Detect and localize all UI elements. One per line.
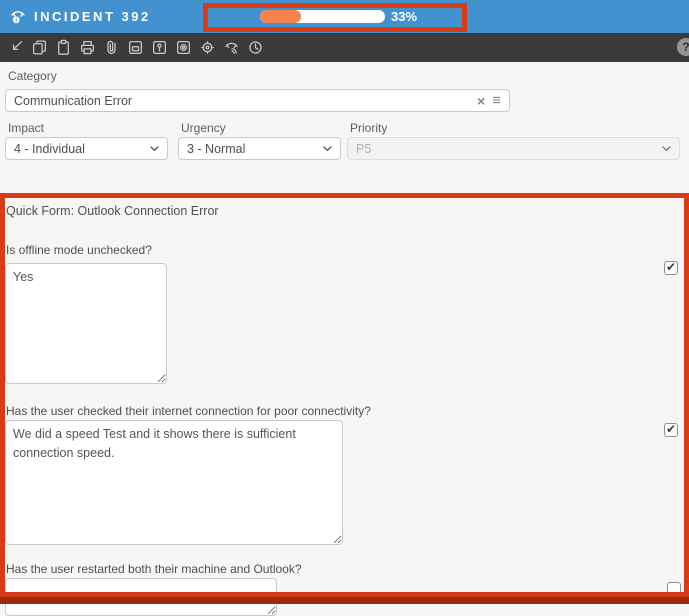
impact-select[interactable]: 4 - Individual: [5, 137, 168, 160]
settings-box-icon[interactable]: [175, 39, 192, 56]
print-icon[interactable]: [79, 39, 96, 56]
toolbar: [0, 33, 689, 62]
category-input[interactable]: Communication Error × ≡: [5, 89, 510, 112]
copy-icon[interactable]: [31, 39, 48, 56]
phone-info-icon: i: [9, 8, 27, 26]
progress-fill: [260, 10, 301, 23]
gear-icon[interactable]: [199, 39, 216, 56]
question-label: Is offline mode unchecked?: [6, 243, 152, 257]
quick-form-title: Quick Form: Outlook Connection Error: [6, 204, 219, 218]
pin-box-icon[interactable]: [151, 39, 168, 56]
chevron-down-icon: [323, 146, 332, 152]
list-icon[interactable]: ≡: [492, 92, 501, 109]
incident-header: i INCIDENT 392 33%: [0, 0, 689, 33]
question-answer-textarea[interactable]: [5, 578, 277, 616]
question-answer-textarea[interactable]: We did a speed Test and it shows there i…: [5, 420, 343, 545]
chevron-down-icon: [662, 146, 671, 152]
toolbar-icons: [7, 39, 264, 56]
question-label: Has the user checked their internet conn…: [6, 404, 371, 418]
phone-icon[interactable]: [223, 39, 240, 56]
question-checkbox[interactable]: [664, 423, 678, 437]
impact-value: 4 - Individual: [14, 142, 150, 156]
clipboard-icon[interactable]: [55, 39, 72, 56]
history-icon[interactable]: [247, 39, 264, 56]
chevron-down-icon: [150, 146, 159, 152]
progress-percent-label: 33%: [391, 9, 417, 24]
impact-label: Impact: [8, 121, 44, 135]
page-title: INCIDENT 392: [34, 9, 151, 24]
help-icon[interactable]: ?: [677, 38, 689, 56]
question-label: Has the user restarted both their machin…: [6, 562, 302, 576]
category-label: Category: [8, 69, 57, 83]
archive-box-icon[interactable]: [127, 39, 144, 56]
question-checkbox[interactable]: [664, 261, 678, 275]
progress-bar: [260, 10, 385, 23]
attachment-icon[interactable]: [103, 39, 120, 56]
priority-value: P5: [356, 142, 662, 156]
incident-title-group: i INCIDENT 392: [9, 0, 151, 33]
priority-select: P5: [347, 137, 680, 160]
priority-label: Priority: [350, 121, 387, 135]
urgency-label: Urgency: [181, 121, 226, 135]
question-checkbox[interactable]: [667, 582, 681, 596]
question-answer-textarea[interactable]: Yes: [5, 263, 167, 384]
urgency-select[interactable]: 3 - Normal: [178, 137, 341, 160]
category-value: Communication Error: [14, 94, 477, 108]
collapse-icon[interactable]: [7, 39, 24, 56]
clear-icon[interactable]: ×: [477, 93, 485, 109]
urgency-value: 3 - Normal: [187, 142, 323, 156]
